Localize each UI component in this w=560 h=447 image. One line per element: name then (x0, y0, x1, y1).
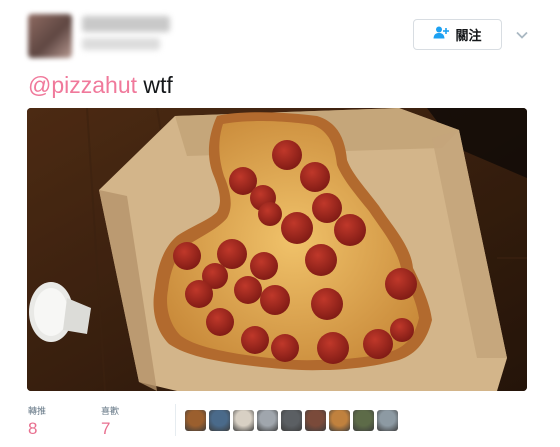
tweet-body: wtf (143, 72, 173, 98)
follow-button-label: 關注 (455, 28, 482, 43)
liker-avatar[interactable] (353, 410, 374, 431)
pizza-photo-illustration (27, 108, 527, 391)
like-count-stat[interactable]: 喜歡 7 (101, 406, 174, 439)
liker-avatar[interactable] (209, 410, 230, 431)
like-count-value: 7 (101, 419, 111, 438)
likers-avatars (185, 410, 398, 431)
author-handle-blurred[interactable] (82, 38, 160, 50)
liker-avatar[interactable] (281, 410, 302, 431)
more-options-chevron-down-icon[interactable] (513, 26, 531, 44)
liker-avatar[interactable] (185, 410, 206, 431)
liker-avatar[interactable] (377, 410, 398, 431)
author-name-blurred[interactable] (82, 16, 170, 32)
retweet-count-stat[interactable]: 轉推 8 (28, 406, 101, 439)
tweet-photo[interactable] (27, 108, 527, 391)
author-avatar[interactable] (28, 14, 72, 58)
like-count-label: 喜歡 (101, 406, 120, 416)
mention-link[interactable]: @pizzahut (28, 72, 137, 98)
liker-avatar[interactable] (233, 410, 254, 431)
retweet-count-value: 8 (28, 419, 38, 438)
retweet-count-label: 轉推 (28, 406, 47, 416)
stats-divider (175, 404, 176, 436)
add-person-icon (433, 26, 450, 44)
liker-avatar[interactable] (257, 410, 278, 431)
liker-avatar[interactable] (329, 410, 350, 431)
follow-button[interactable]: 關注 (413, 19, 502, 50)
tweet-stats: 轉推 8 喜歡 7 (28, 406, 174, 439)
tweet-text: @pizzahut wtf (28, 71, 173, 99)
liker-avatar[interactable] (305, 410, 326, 431)
